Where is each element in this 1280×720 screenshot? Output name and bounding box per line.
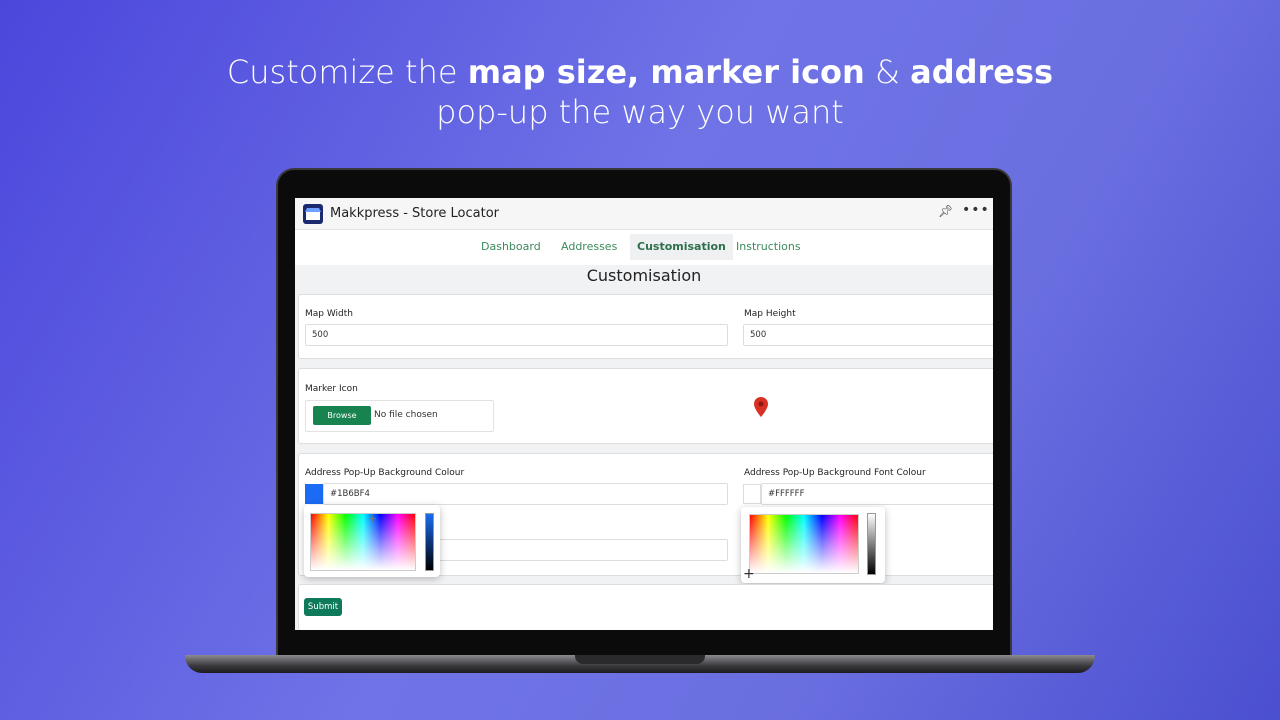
submit-button[interactable]: Submit [304,598,342,616]
tab-dashboard[interactable]: Dashboard [474,234,548,260]
font-colour-swatch[interactable] [743,484,761,504]
bg-colour-swatch[interactable] [305,484,323,504]
headline: Customize the map size, marker icon & ad… [0,52,1280,132]
map-marker-icon [754,397,768,417]
headline-bold: map size [467,53,628,91]
font-colour-picker: + [741,507,885,583]
nav-tabs: Dashboard Addresses Customisation Instru… [295,230,993,265]
app-window: Makkpress - Store Locator 📌︎ ••• Dashboa… [295,198,993,630]
hidden-input[interactable] [429,539,728,561]
laptop-notch [575,655,705,664]
saturation-area[interactable] [310,513,416,571]
file-input[interactable]: Browse No file chosen [305,400,494,432]
crosshair-icon: + [368,512,378,525]
font-colour-input[interactable]: #FFFFFF [761,483,993,505]
headline-line2: pop-up the way you want [436,93,844,131]
headline-bold: address [910,53,1054,91]
tab-customisation[interactable]: Customisation [630,234,733,260]
no-file-text: No file chosen [374,410,438,420]
browse-button[interactable]: Browse [313,406,371,425]
tab-instructions[interactable]: Instructions [729,234,808,260]
map-width-input[interactable]: 500 [305,324,728,346]
brightness-slider[interactable] [867,513,876,575]
headline-text: & [864,53,911,91]
crosshair-icon: + [743,566,755,582]
brightness-slider[interactable] [425,513,434,571]
headline-bold: , [627,53,651,91]
bg-colour-label: Address Pop-Up Background Colour [305,468,465,478]
tab-addresses[interactable]: Addresses [554,234,624,260]
headline-text: Customize the [226,53,468,91]
bg-colour-picker: + [304,505,440,577]
saturation-area[interactable] [749,514,859,574]
marker-icon-label: Marker Icon [305,384,358,394]
map-height-input[interactable]: 500 [743,324,993,346]
more-icon[interactable]: ••• [962,202,990,218]
headline-bold: marker icon [650,53,865,91]
marker-card: Marker Icon Browse No file chosen [298,368,993,444]
map-width-label: Map Width [305,309,354,319]
bg-colour-input[interactable]: #1B6BF4 [323,483,728,505]
map-height-label: Map Height [744,309,796,319]
pin-icon[interactable]: 📌︎ [938,204,953,218]
map-size-card: Map Width 500 Map Height 500 [298,294,993,359]
submit-card [298,584,993,630]
page-title: Customisation [586,266,702,285]
app-logo [303,204,323,224]
app-title: Makkpress - Store Locator [330,206,500,221]
title-bar: Makkpress - Store Locator 📌︎ ••• [295,198,993,230]
font-colour-label: Address Pop-Up Background Font Colour [744,468,926,478]
